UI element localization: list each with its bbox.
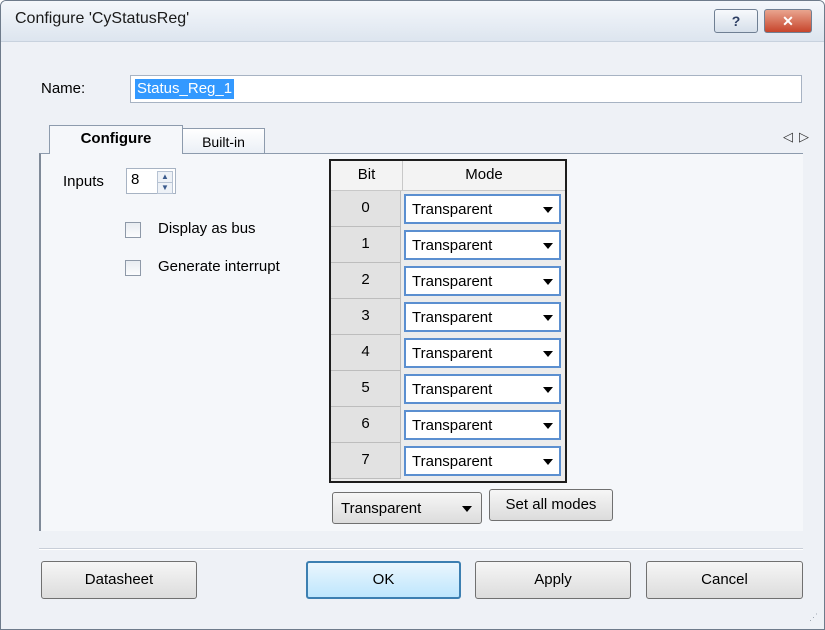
- display-as-bus-checkbox[interactable]: [125, 222, 141, 238]
- dropdown-arrow-icon: [543, 387, 553, 393]
- dropdown-arrow-icon: [543, 459, 553, 465]
- mode-value: Transparent: [412, 201, 493, 218]
- dropdown-arrow-icon: [462, 506, 472, 512]
- ok-button[interactable]: OK: [306, 561, 461, 599]
- dropdown-arrow-icon: [543, 243, 553, 249]
- tab-next-icon[interactable]: ▷: [799, 129, 815, 144]
- mode-value: Transparent: [412, 453, 493, 470]
- mode-column-header: Mode: [403, 161, 565, 191]
- bit-cell: 4: [331, 335, 401, 371]
- mode-value: Transparent: [412, 381, 493, 398]
- table-row: 3 Transparent: [331, 299, 565, 335]
- name-field[interactable]: Status_Reg_1: [130, 75, 802, 103]
- table-row: 0 Transparent: [331, 191, 565, 227]
- close-button[interactable]: ✕: [764, 9, 812, 33]
- bit-cell: 3: [331, 299, 401, 335]
- configure-dialog: Configure 'CyStatusReg' ? ✕ Name: Status…: [0, 0, 825, 630]
- footer-divider: [39, 548, 803, 550]
- datasheet-button[interactable]: Datasheet: [41, 561, 197, 599]
- set-all-mode-value: Transparent: [341, 500, 422, 517]
- set-all-mode-select[interactable]: Transparent: [332, 492, 482, 524]
- cancel-button[interactable]: Cancel: [646, 561, 803, 599]
- table-row: 1 Transparent: [331, 227, 565, 263]
- dropdown-arrow-icon: [543, 351, 553, 357]
- bit-cell: 5: [331, 371, 401, 407]
- set-all-modes-button[interactable]: Set all modes: [489, 489, 613, 521]
- table-row: 7 Transparent: [331, 443, 565, 479]
- tab-built-in[interactable]: Built-in: [182, 128, 265, 155]
- bit-mode-grid: Bit Mode 0 Transparent 1 Transparent 2 T…: [329, 159, 567, 483]
- dropdown-arrow-icon: [543, 315, 553, 321]
- mode-dropdown[interactable]: Transparent: [404, 266, 561, 296]
- mode-dropdown[interactable]: Transparent: [404, 446, 561, 476]
- mode-value: Transparent: [412, 273, 493, 290]
- mode-value: Transparent: [412, 237, 493, 254]
- table-row: 2 Transparent: [331, 263, 565, 299]
- bit-cell: 0: [331, 191, 401, 227]
- mode-dropdown[interactable]: Transparent: [404, 410, 561, 440]
- mode-dropdown[interactable]: Transparent: [404, 338, 561, 368]
- generate-interrupt-label: Generate interrupt: [158, 258, 280, 275]
- display-as-bus-label: Display as bus: [158, 220, 256, 237]
- tab-scroll-arrows: ◁▷: [783, 129, 815, 145]
- inputs-label: Inputs: [63, 173, 104, 190]
- dropdown-arrow-icon: [543, 279, 553, 285]
- name-field-value: Status_Reg_1: [135, 79, 235, 99]
- bit-cell: 2: [331, 263, 401, 299]
- bit-cell: 7: [331, 443, 401, 479]
- generate-interrupt-checkbox[interactable]: [125, 260, 141, 276]
- title-bar: Configure 'CyStatusReg' ? ✕: [1, 1, 824, 42]
- mode-dropdown[interactable]: Transparent: [404, 374, 561, 404]
- mode-value: Transparent: [412, 345, 493, 362]
- mode-value: Transparent: [412, 309, 493, 326]
- mode-value: Transparent: [412, 417, 493, 434]
- mode-dropdown[interactable]: Transparent: [404, 230, 561, 260]
- bit-cell: 1: [331, 227, 401, 263]
- name-label: Name:: [41, 80, 86, 97]
- table-row: 4 Transparent: [331, 335, 565, 371]
- mode-dropdown[interactable]: Transparent: [404, 302, 561, 332]
- table-row: 5 Transparent: [331, 371, 565, 407]
- tab-configure[interactable]: Configure: [49, 125, 183, 154]
- spin-down-icon[interactable]: ▼: [157, 182, 173, 194]
- apply-button[interactable]: Apply: [475, 561, 631, 599]
- dropdown-arrow-icon: [543, 207, 553, 213]
- table-row: 6 Transparent: [331, 407, 565, 443]
- dropdown-arrow-icon: [543, 423, 553, 429]
- inputs-value: 8: [131, 171, 140, 188]
- window-title: Configure 'CyStatusReg': [15, 10, 190, 27]
- inputs-stepper[interactable]: 8 ▲ ▼: [126, 168, 176, 194]
- bit-column-header: Bit: [331, 161, 403, 191]
- mode-dropdown[interactable]: Transparent: [404, 194, 561, 224]
- resize-grip-icon[interactable]: ⋰: [809, 612, 818, 623]
- tab-prev-icon[interactable]: ◁: [783, 129, 799, 144]
- help-button[interactable]: ?: [714, 9, 758, 33]
- bit-cell: 6: [331, 407, 401, 443]
